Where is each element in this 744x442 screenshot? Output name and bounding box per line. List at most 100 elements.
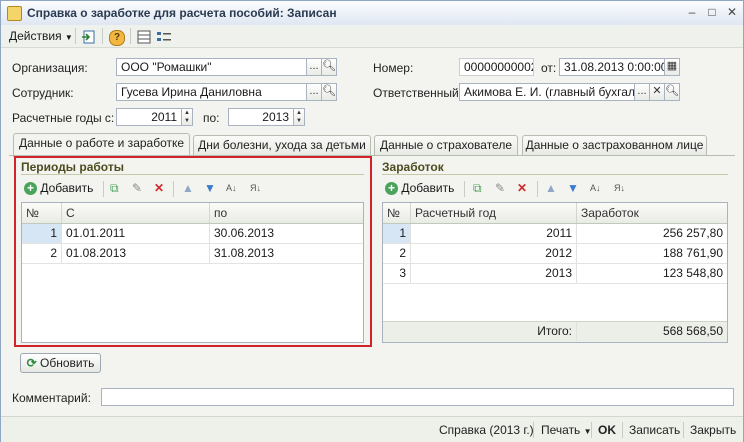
close-button[interactable]: Закрыть [690,421,736,439]
group-divider [382,174,728,175]
help-button[interactable]: ? [109,28,125,46]
column-header[interactable]: Расчетный год [411,203,577,223]
earnings-amount: 123 548,80 [662,266,723,280]
year-from-spinner[interactable]: ▲ ▼ [181,108,193,126]
row-number: 1 [383,224,411,243]
print-label: Печать [541,423,581,437]
search-icon: 🔍︎ [665,85,679,97]
earnings-year: 2011 [411,224,577,243]
copy-icon[interactable]: ⧉ [473,180,482,196]
refresh-button[interactable]: ⟳ Обновить [20,353,101,373]
organization-label: Организация: [12,61,88,75]
spin-up-icon: ▲ [184,110,190,116]
employee-field[interactable]: Гусева Ирина Даниловна [116,83,307,101]
earnings-amount: 256 257,80 [662,226,723,240]
ok-button[interactable]: OK [598,421,616,439]
tab-insured-person[interactable]: Данные о застрахованном лице [522,135,707,156]
year-to-spinner[interactable]: ▲ ▼ [293,108,305,126]
refresh-label: Обновить [40,356,95,370]
date-label: от: [541,61,557,75]
year-from-field[interactable]: 2011 [116,108,182,126]
earnings-group-title: Заработок [382,160,444,174]
highlight-frame [14,156,372,347]
table-row[interactable]: 1 2011 256 257,80 [383,224,727,244]
date-field[interactable]: 31.08.2013 0:00:00 [559,58,665,76]
toolbar-separator [75,28,76,44]
earnings-add-label: Добавить [401,181,455,195]
toolbar-separator [683,422,684,438]
earnings-total-row: Итого: 568 568,50 [383,321,727,342]
responsible-field[interactable]: Акимова Е. И. (главный бухгалтер) [459,83,650,101]
column-header[interactable]: № [383,203,411,223]
main-toolbar: Действия ▼ ? [1,25,743,48]
number-label: Номер: [373,61,414,75]
structure-view-icon[interactable] [156,28,172,44]
toolbar-separator [130,28,131,44]
row-number: 2 [383,244,411,263]
clear-icon: ✕ [652,85,662,97]
years-label: Расчетные годы с: [12,111,115,125]
table-row[interactable]: 3 2013 123 548,80 [383,264,727,284]
tab-insurer-data[interactable]: Данные о страхователе [374,135,518,156]
toolbar-separator [464,181,465,197]
column-header[interactable]: Заработок [577,203,727,223]
earnings-table-header: № Расчетный год Заработок [383,203,727,224]
actions-menu[interactable]: Действия ▼ [9,28,73,44]
title-bar: Справка о заработке для расчета пособий:… [1,1,743,26]
toolbar-separator [102,28,103,44]
organization-field[interactable]: ООО "Ромашки" [116,58,307,76]
organization-open-button[interactable]: 🔍︎ [321,58,337,76]
earnings-add-button[interactable]: + Добавить [385,180,454,196]
list-view-icon[interactable] [137,28,151,44]
search-icon: 🔍︎ [322,60,336,72]
certificate-link[interactable]: Справка (2013 г.) [439,421,534,439]
tab-sick-days[interactable]: Дни болезни, ухода за детьми [193,135,371,156]
maximize-button[interactable]: □ [705,5,719,19]
sort-asc-icon[interactable]: A↓ [590,180,601,196]
spin-down-icon: ▼ [296,118,302,124]
comment-field[interactable] [101,388,734,406]
minimize-button[interactable]: – [685,5,699,19]
spin-down-icon: ▼ [184,118,190,124]
toolbar-separator [533,422,534,438]
toolbar-separator [537,181,538,197]
spin-up-icon: ▲ [296,110,302,116]
earnings-year: 2013 [411,264,577,283]
edit-icon[interactable]: ✎ [495,180,505,196]
main-window: Справка о заработке для расчета пособий:… [0,0,744,442]
app-icon [7,6,22,21]
employee-open-button[interactable]: 🔍︎ [321,83,337,101]
comment-label: Комментарий: [12,391,91,405]
responsible-clear-button[interactable]: ✕ [649,83,665,101]
employee-label: Сотрудник: [12,86,74,100]
tab-work-data[interactable]: Данные о работе и заработке [13,133,190,157]
search-icon: 🔍︎ [322,85,336,97]
responsible-select-button[interactable]: ... [634,83,650,101]
earnings-year: 2012 [411,244,577,263]
actions-menu-label: Действия [9,29,62,43]
calendar-icon: ▦ [666,60,678,72]
close-window-button[interactable]: ✕ [725,5,739,19]
bottom-bar: Справка (2013 г.) Печать ▼ OK Записать З… [1,416,743,442]
print-menu[interactable]: Печать ▼ [541,421,592,439]
earnings-toolbar: + Добавить ⧉ ✎ ✕ ▲ ▼ A↓ Я↓ [382,178,728,198]
goto-icon[interactable] [81,28,97,44]
responsible-open-button[interactable]: 🔍︎ [664,83,680,101]
window-title: Справка о заработке для расчета пособий:… [27,6,337,20]
move-down-icon[interactable]: ▼ [567,180,579,196]
save-button[interactable]: Записать [629,421,680,439]
calendar-button[interactable]: ▦ [664,58,680,76]
organization-select-button[interactable]: ... [306,58,322,76]
toolbar-separator [622,422,623,438]
delete-icon[interactable]: ✕ [517,180,527,196]
year-to-field[interactable]: 2013 [228,108,294,126]
number-field[interactable]: 00000000002 [459,58,534,76]
sort-desc-icon[interactable]: Я↓ [614,180,625,196]
table-row[interactable]: 2 2012 188 761,90 [383,244,727,264]
move-up-icon[interactable]: ▲ [545,180,557,196]
responsible-label: Ответственный: [373,86,463,100]
toolbar-separator [591,422,592,438]
dropdown-arrow-icon: ▼ [64,33,73,42]
employee-select-button[interactable]: ... [306,83,322,101]
total-label: Итого: [411,322,577,341]
